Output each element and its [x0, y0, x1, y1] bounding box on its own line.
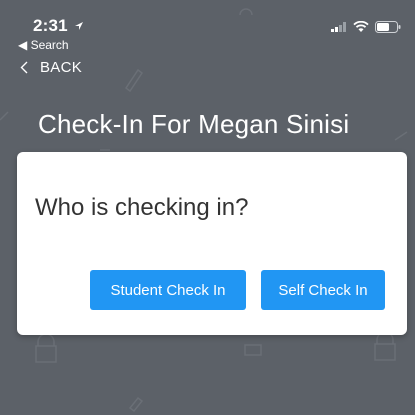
status-icons [331, 21, 401, 33]
back-button[interactable]: BACK [20, 59, 82, 76]
return-to-app-link[interactable]: ◀ Search [18, 38, 69, 52]
back-label: BACK [40, 59, 83, 76]
back-chevron-icon [20, 61, 28, 74]
wifi-icon [353, 21, 369, 32]
check-in-dialog: Who is checking in? Student Check In Sel… [17, 152, 407, 335]
small-back-triangle-icon: ◀ [18, 38, 28, 52]
page-title: Check-In For Megan Sinisi [38, 109, 350, 139]
status-time: 2:31 [33, 16, 84, 36]
student-check-in-button[interactable]: Student Check In [90, 270, 246, 310]
status-bar: 2:31 ◀ Search [0, 0, 415, 52]
location-arrow-icon [74, 22, 83, 30]
self-check-in-button[interactable]: Self Check In [261, 270, 385, 310]
dialog-question: Who is checking in? [35, 194, 249, 221]
battery-icon [375, 21, 401, 33]
signal-icon [331, 22, 346, 32]
return-app-label: Search [30, 38, 69, 52]
